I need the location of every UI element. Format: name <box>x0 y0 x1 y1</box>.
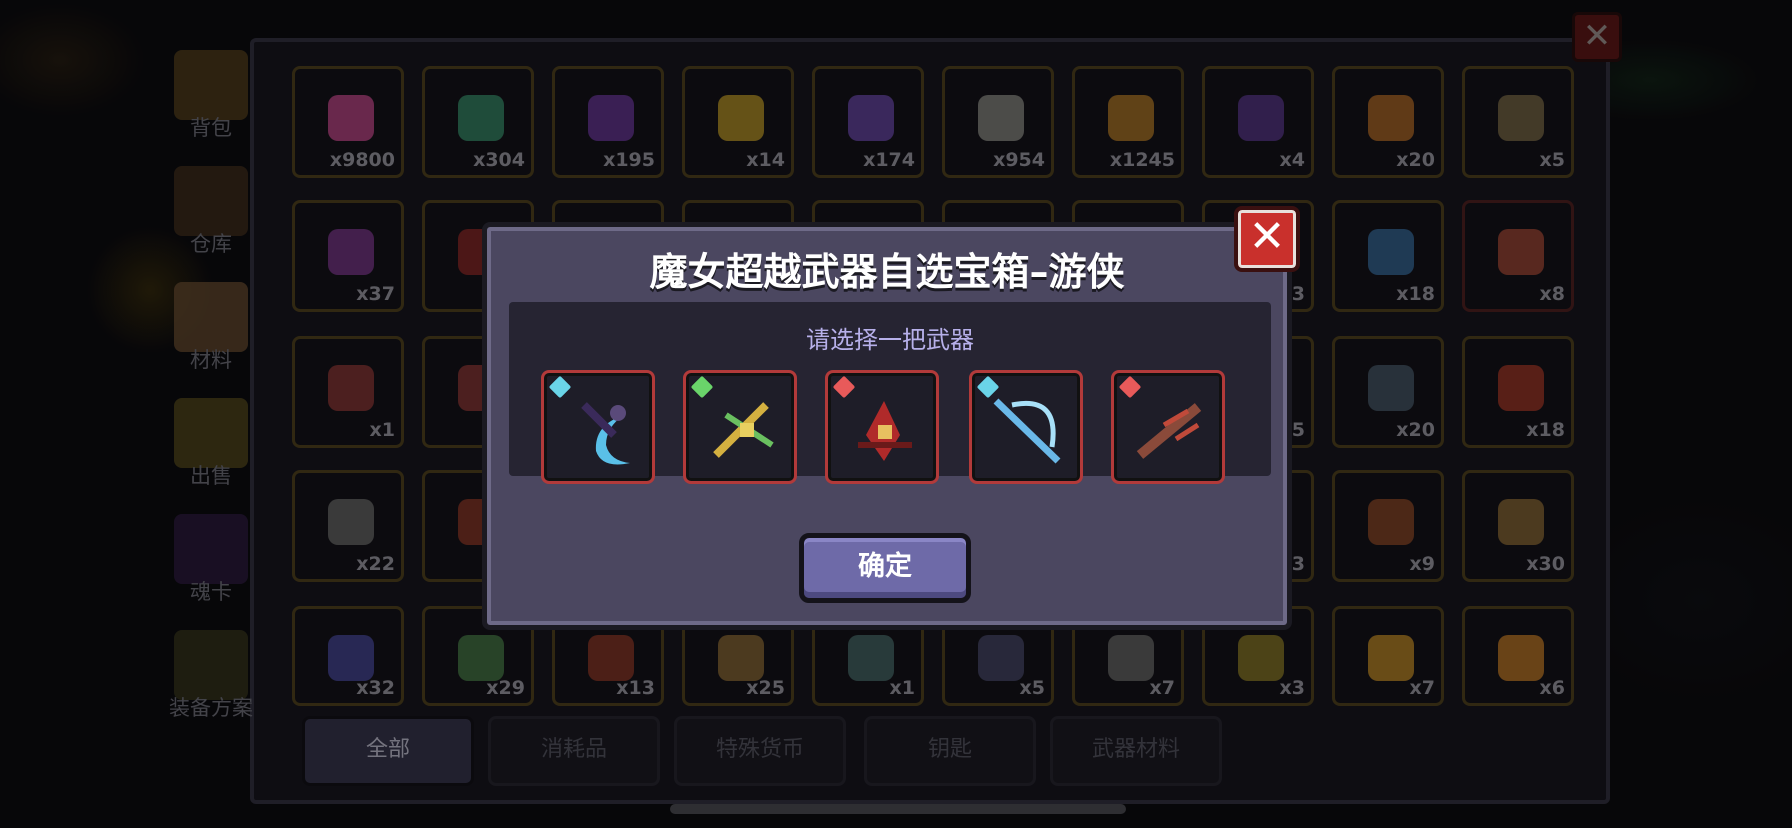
frost-bow-icon <box>993 398 1061 464</box>
dialog-title: 魔女超越武器自选宝箱–游侠 <box>649 250 1125 294</box>
confirm-button[interactable]: 确定 <box>799 533 971 603</box>
bone-launcher-icon <box>1136 403 1202 459</box>
weapon-option-4[interactable] <box>969 370 1083 484</box>
weapon-select-dialog: 魔女超越武器自选宝箱–游侠 请选择一把武器 确定 <box>482 222 1292 630</box>
weapon-option-3[interactable] <box>825 370 939 484</box>
dialog-close-button[interactable]: ✕ <box>1234 206 1300 272</box>
weapon-option-5[interactable] <box>1111 370 1225 484</box>
golden-crossbow-icon <box>713 402 774 458</box>
weapon-option-2[interactable] <box>683 370 797 484</box>
weapon-option-1[interactable] <box>541 370 655 484</box>
weapon-options-area: 请选择一把武器 <box>509 302 1271 484</box>
crescent-scythe-icon <box>581 402 630 465</box>
crimson-blade-icon <box>858 401 912 461</box>
dialog-subtitle: 请选择一把武器 <box>806 326 974 354</box>
